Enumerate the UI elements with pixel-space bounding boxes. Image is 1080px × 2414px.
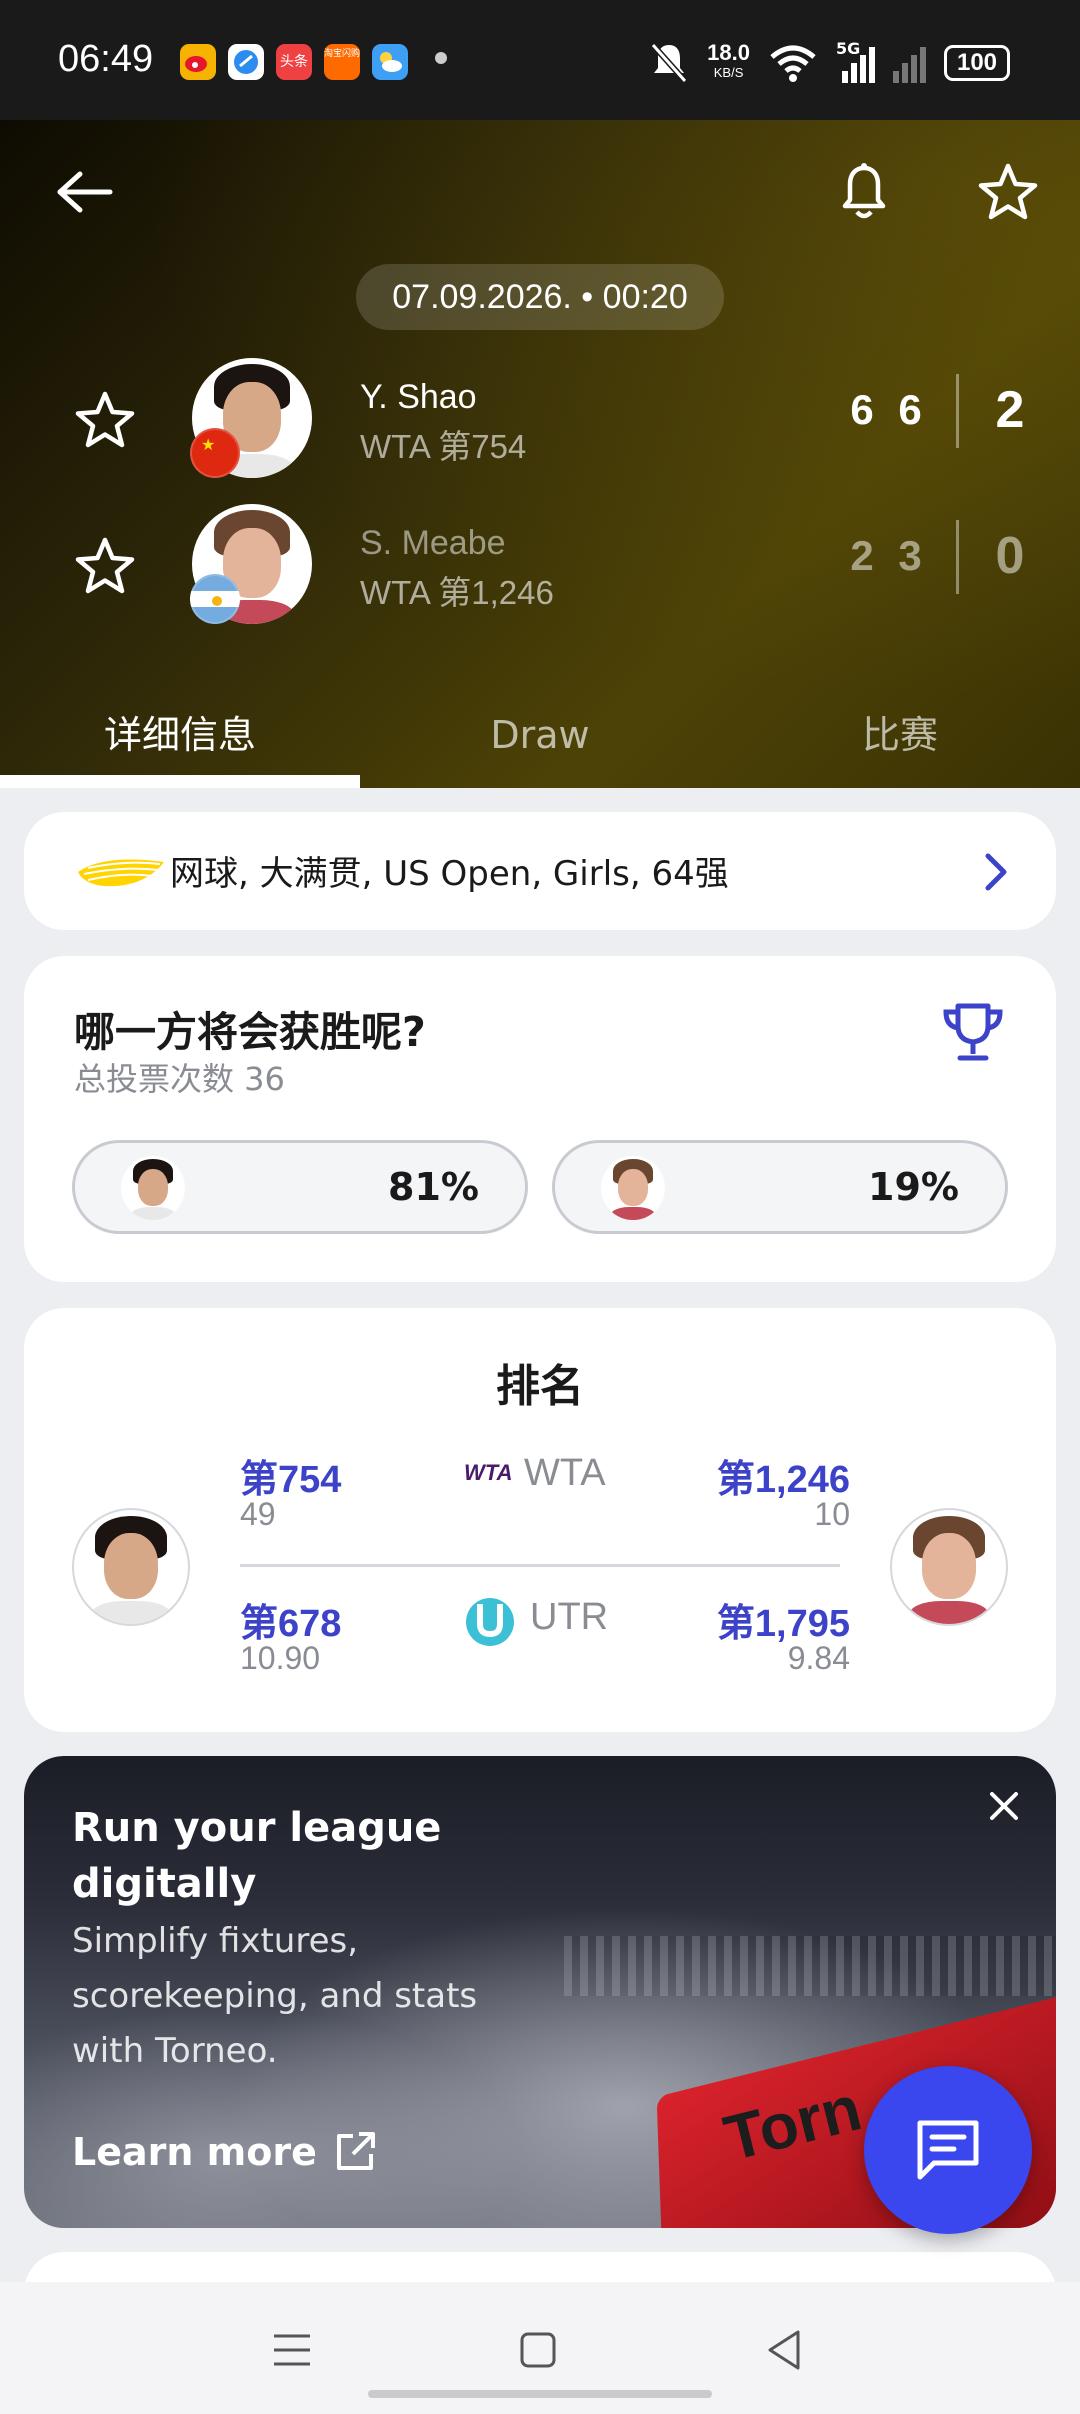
favorite-match-button[interactable] [968,152,1048,232]
vote-question: 哪一方将会获胜呢? [74,1008,426,1056]
tab-bar: 详细信息 Draw 比赛 [0,682,1080,788]
learn-more-link[interactable]: Learn more [72,2130,377,2174]
breadcrumb-text: 网球, 大满贯, US Open, Girls, 64强 [170,854,729,894]
avatar [121,1156,185,1220]
win-prediction-card: 哪一方将会获胜呢? 总投票次数 36 81% 19% [24,956,1056,1282]
set-score: 2 [850,532,874,579]
ranking-title: 排名 [496,1361,584,1412]
wta-logo-icon: WTA [464,1460,513,1485]
player-rank: WTA 第754 [360,428,527,465]
trophy-icon [943,1003,1003,1061]
status-time: 06:49 [58,38,154,80]
vote-percent: 19% [868,1165,959,1209]
vote-option-player2[interactable]: 19% [552,1140,1008,1234]
signal-secondary-icon [893,43,926,83]
player-row: Y. Shao WTA 第754 6 6 2 [0,352,1080,482]
right-rank: 第1,246 [716,1459,850,1501]
star-outline-icon [75,537,135,594]
avatar [601,1156,665,1220]
external-link-icon [336,2132,375,2170]
back-nav-button[interactable] [756,2322,812,2378]
set-score: 6 [850,386,874,433]
utr-logo-icon [466,1598,514,1646]
avatar [72,1508,190,1626]
left-rank: 第678 [240,1603,342,1645]
taobao-icon: 淘宝闪购 [324,44,360,80]
avatar [890,1508,1008,1626]
menu-icon [274,2334,310,2366]
tab-details[interactable]: 详细信息 [0,682,360,788]
left-points: 49 [240,1496,276,1532]
mute-icon [650,43,688,83]
china-flag-icon [190,428,240,478]
left-points: 10.90 [240,1640,321,1676]
player-name: S. Meabe [360,524,506,562]
ad-headline: Run your league digitally [72,1805,442,1907]
match-header: 07.09.2026. • 00:20 Y. Shao WTA 第754 6 6… [0,120,1080,788]
right-points: 10 [814,1496,850,1532]
gesture-handle [368,2390,712,2398]
set-score: 3 [898,532,922,579]
chevron-right-icon [985,853,1007,891]
battery-indicator: 100 [944,45,1010,81]
browser-icon [228,44,264,80]
player-name: Y. Shao [360,378,477,416]
vote-option-player1[interactable]: 81% [72,1140,528,1234]
bell-icon [842,163,886,219]
status-bar: 06:49 头条 淘宝闪购 18.0 KB/S 5G 100 [0,0,1080,120]
back-button[interactable] [44,152,124,232]
right-rank: 第1,795 [716,1603,850,1645]
player-row: S. Meabe WTA 第1,246 2 3 0 [0,498,1080,628]
player-rank: WTA 第1,246 [360,574,554,611]
star-outline-icon [75,391,135,448]
tournament-breadcrumb[interactable]: 网球, 大满贯, US Open, Girls, 64强 [24,812,1056,930]
triangle-back-icon [768,2330,800,2370]
arrow-left-icon [57,171,113,213]
org-label: WTA [524,1452,606,1494]
favorite-player-button[interactable] [68,380,148,460]
match-datetime: 07.09.2026. • 00:20 [356,264,724,330]
sets-won: 0 [995,527,1025,585]
org-label: UTR [530,1596,609,1638]
weibo-icon [180,44,216,80]
chat-icon [917,2120,979,2180]
learn-more-label: Learn more [72,2130,317,2174]
active-tab-indicator [0,775,360,788]
close-icon[interactable] [980,1782,1028,1830]
system-nav-bar [0,2282,1080,2414]
weather-icon [372,44,408,80]
notification-button[interactable] [824,152,904,232]
vote-total: 总投票次数 36 [74,1060,285,1098]
score-divider [956,374,959,448]
tab-draw[interactable]: Draw [360,682,720,788]
more-notifications-dot [435,52,447,64]
ad-body: Simplify fixtures, scorekeeping, and sta… [72,1921,478,2071]
argentina-flag-icon [190,574,240,624]
us-open-logo-icon [78,859,164,887]
home-button[interactable] [510,2322,566,2378]
square-icon [520,2332,556,2368]
set-score: 6 [898,386,922,433]
chat-button[interactable] [864,2066,1032,2234]
right-points: 9.84 [787,1640,850,1676]
tab-matches[interactable]: 比赛 [720,682,1080,788]
divider [240,1564,840,1567]
left-rank: 第754 [240,1459,342,1501]
wifi-icon [770,45,816,82]
net-speed: 18.0 KB/S [707,40,750,81]
vote-percent: 81% [388,1165,479,1209]
score-divider [956,520,959,594]
favorite-player-button[interactable] [68,526,148,606]
sets-won: 2 [995,381,1025,439]
ranking-card: 排名 第754 49 WTA WTA 第1,246 10 第678 10.90 … [24,1308,1056,1732]
star-outline-icon [978,163,1038,220]
signal-5g-icon: 5G [836,39,875,83]
recents-button[interactable] [264,2322,320,2378]
toutiao-icon: 头条 [276,44,312,80]
